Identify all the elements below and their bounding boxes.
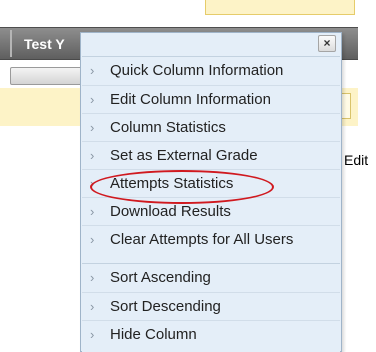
scrollbar-thumb[interactable]: [10, 67, 87, 85]
chevron-right-icon: ›: [90, 148, 95, 163]
chevron-right-icon: ›: [90, 232, 95, 247]
menu-item-column-statistics[interactable]: › Column Statistics: [82, 113, 340, 141]
menu-item-label: Attempts Statistics: [110, 175, 234, 192]
menu-item-label: Clear Attempts for All Users: [110, 231, 294, 248]
menu-item-sort-ascending[interactable]: › Sort Ascending: [82, 264, 340, 292]
close-icon[interactable]: ×: [318, 35, 336, 52]
chevron-right-icon: ›: [90, 176, 95, 191]
chevron-right-icon: ›: [90, 204, 95, 219]
chevron-right-icon: ›: [90, 270, 95, 285]
menu-item-hide-column[interactable]: › Hide Column: [82, 320, 340, 348]
chevron-right-icon: ›: [90, 299, 95, 314]
chevron-right-icon: ›: [90, 92, 95, 107]
column-context-menu: × › Quick Column Information › Edit Colu…: [80, 32, 342, 352]
menu-item-label: Column Statistics: [110, 119, 226, 136]
chevron-right-icon: ›: [90, 327, 95, 342]
menu-item-label: Sort Ascending: [110, 269, 211, 286]
menu-item-label: Edit Column Information: [110, 91, 271, 108]
toolbar-strip: [205, 0, 355, 15]
menu-section-sort-actions: › Sort Ascending › Sort Descending › Hid…: [82, 263, 340, 352]
menu-item-label: Quick Column Information: [110, 62, 284, 79]
menu-item-edit-column-information[interactable]: › Edit Column Information: [82, 85, 340, 113]
menu-item-label: Sort Descending: [110, 298, 221, 315]
menu-item-label: Hide Column: [110, 326, 197, 343]
chevron-right-icon: ›: [90, 120, 95, 135]
menu-section-column-actions: › Quick Column Information › Edit Column…: [82, 56, 340, 264]
menu-item-quick-column-information[interactable]: › Quick Column Information: [82, 57, 340, 85]
menu-item-label: Set as External Grade: [110, 147, 258, 164]
menu-item-sort-descending[interactable]: › Sort Descending: [82, 292, 340, 320]
menu-item-set-as-external-grade[interactable]: › Set as External Grade: [82, 141, 340, 169]
chevron-right-icon: ›: [90, 63, 95, 78]
menu-item-download-results[interactable]: › Download Results: [82, 197, 340, 225]
edit-link[interactable]: Edit: [344, 152, 368, 168]
column-separator: [10, 30, 12, 57]
menu-item-attempts-statistics[interactable]: › Attempts Statistics: [82, 169, 340, 197]
menu-item-label: Download Results: [110, 203, 231, 220]
column-header-title[interactable]: Test Y: [24, 36, 65, 52]
menu-item-clear-attempts-for-all-users[interactable]: › Clear Attempts for All Users: [82, 225, 340, 253]
